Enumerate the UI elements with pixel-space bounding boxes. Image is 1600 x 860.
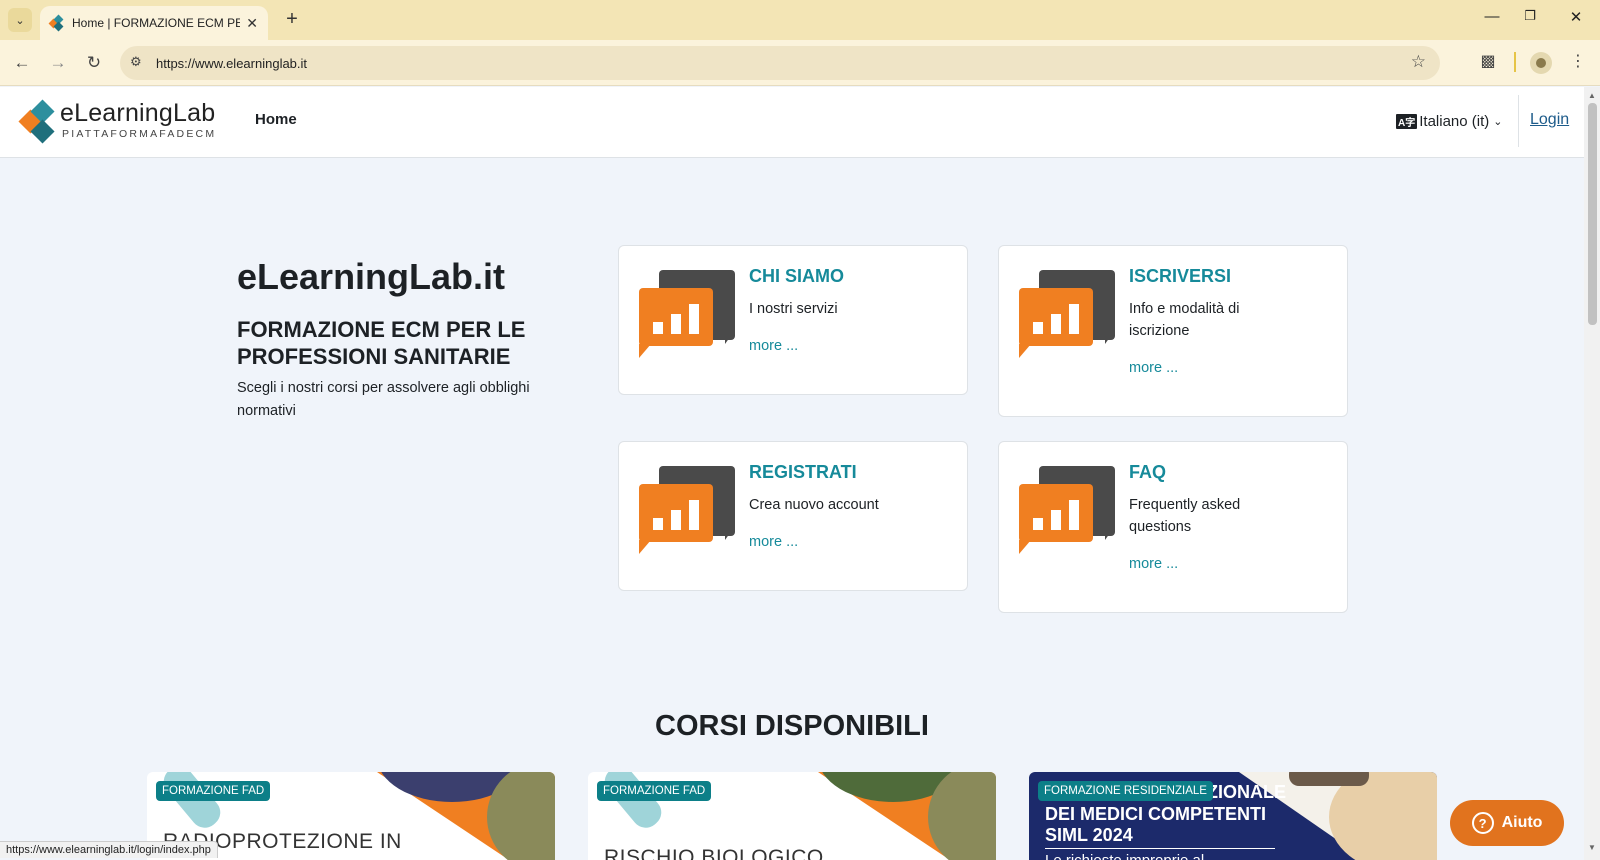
course-image-text: RISCHIO BIOLOGICO — [604, 846, 824, 860]
close-icon[interactable]: ✕ — [246, 15, 258, 32]
login-link[interactable]: Login — [1530, 111, 1569, 129]
header-divider — [1518, 95, 1519, 147]
extensions-icon[interactable]: ▩ — [1476, 51, 1500, 71]
scroll-thumb[interactable] — [1588, 103, 1597, 325]
more-link[interactable]: more ... — [749, 534, 798, 550]
course-image-line: SIML 2024 — [1045, 825, 1133, 845]
profile-icon[interactable] — [1530, 52, 1552, 74]
chart-bubble-icon — [637, 268, 737, 360]
plus-icon[interactable]: + — [280, 8, 304, 31]
hero-subtitle: FORMAZIONE ECM PER LE PROFESSIONI SANITA… — [237, 317, 526, 369]
card-faq[interactable]: FAQ Frequently asked questions more ... — [998, 441, 1348, 613]
question-icon: ? — [1471, 812, 1494, 834]
more-link[interactable]: more ... — [749, 338, 798, 354]
card-title[interactable]: FAQ — [1129, 462, 1166, 483]
more-link[interactable]: more ... — [1129, 360, 1178, 376]
logo-subtitle: PIATTAFORMAFADECM — [62, 128, 217, 140]
more-link[interactable]: more ... — [1129, 556, 1178, 572]
status-bar-url: https://www.elearninglab.it/login/index.… — [0, 841, 218, 858]
tab-title: Home | FORMAZIONE ECM PER LE PROFESSIONI… — [72, 16, 240, 30]
back-icon[interactable]: ← — [10, 51, 34, 75]
help-button[interactable]: ? Aiuto — [1450, 800, 1564, 846]
restore-icon[interactable]: ❐ — [1518, 8, 1542, 24]
chart-bubble-icon — [1017, 464, 1117, 556]
card-registrati[interactable]: REGISTRATI Crea nuovo account more ... — [618, 441, 968, 591]
nav-home[interactable]: Home — [255, 111, 297, 128]
browser-tab-bar: ⌄ Home | FORMAZIONE ECM PER LE PROFESSIO… — [0, 0, 1600, 40]
more-icon[interactable]: ⋮ — [1566, 51, 1590, 71]
scroll-down-icon[interactable]: ▼ — [1588, 843, 1596, 852]
card-title[interactable]: REGISTRATI — [749, 462, 857, 483]
courses-section-title: CORSI DISPONIBILI — [655, 710, 929, 742]
site-header: eLearningLab PIATTAFORMAFADECM Home A字 I… — [0, 87, 1584, 158]
card-text: Crea nuovo account — [749, 497, 879, 513]
site-info-icon[interactable]: ⚙ — [130, 54, 142, 70]
card-text: Frequently asked questions — [1129, 497, 1241, 535]
logo-text: eLearningLab — [60, 99, 216, 127]
url-text: https://www.elearninglab.it — [156, 55, 308, 71]
chevron-down-icon: ⌄ — [1493, 116, 1503, 128]
scroll-up-icon[interactable]: ▲ — [1588, 91, 1596, 100]
language-label: Italiano (it) — [1419, 113, 1490, 130]
browser-tab[interactable]: Home | FORMAZIONE ECM PER LE PROFESSIONI… — [40, 6, 268, 40]
reload-icon[interactable]: ↻ — [82, 51, 106, 75]
course-image-line: DEI MEDICI COMPETENTI — [1045, 804, 1267, 824]
card-iscriversi[interactable]: ISCRIVERSI Info e modalità di iscrizione… — [998, 245, 1348, 417]
minimize-icon[interactable]: — — [1480, 8, 1504, 25]
site-logo[interactable]: eLearningLab PIATTAFORMAFADECM — [18, 99, 220, 145]
card-text: Info e modalità di iscrizione — [1129, 301, 1240, 339]
browser-toolbar: ← → ↻ ⚙ https://www.elearninglab.it ☆ ▩ … — [0, 40, 1600, 86]
forward-icon[interactable]: → — [46, 51, 70, 75]
page-scrollbar[interactable]: ▲ ▼ — [1584, 87, 1600, 860]
card-text: I nostri servizi — [749, 301, 838, 317]
star-icon[interactable]: ☆ — [1411, 52, 1426, 72]
hero-description: Scegli i nostri corsi per assolvere agli… — [237, 380, 530, 419]
language-selector[interactable]: A字 Italiano (it) ⌄ — [1396, 113, 1502, 130]
card-title[interactable]: ISCRIVERSI — [1129, 266, 1231, 287]
course-badge: FORMAZIONE RESIDENZIALE — [1038, 781, 1213, 801]
help-label: Aiuto — [1501, 814, 1543, 831]
course-card[interactable]: ZIONALE DEI MEDICI COMPETENTI SIML 2024 … — [1029, 772, 1437, 860]
tab-menu-icon[interactable]: ⌄ — [8, 8, 32, 32]
chart-bubble-icon — [1017, 268, 1117, 360]
toolbar-divider — [1514, 52, 1516, 72]
language-icon: A字 — [1396, 114, 1418, 129]
course-image-line: Le richieste improprie al — [1045, 852, 1204, 860]
logo-mark-icon — [18, 99, 60, 145]
address-bar[interactable]: ⚙ https://www.elearninglab.it ☆ — [120, 46, 1440, 80]
course-card[interactable]: RISCHIO BIOLOGICO FORMAZIONE FAD — [588, 772, 996, 860]
hero-title: eLearningLab.it — [237, 256, 506, 297]
favicon-icon — [48, 14, 64, 32]
card-title[interactable]: CHI SIAMO — [749, 266, 844, 287]
course-badge: FORMAZIONE FAD — [597, 781, 712, 801]
chart-bubble-icon — [637, 464, 737, 556]
card-chi-siamo[interactable]: CHI SIAMO I nostri servizi more ... — [618, 245, 968, 395]
course-image-line: ZIONALE — [1207, 782, 1286, 802]
course-badge: FORMAZIONE FAD — [156, 781, 271, 801]
window-close-icon[interactable]: ✕ — [1564, 8, 1588, 26]
